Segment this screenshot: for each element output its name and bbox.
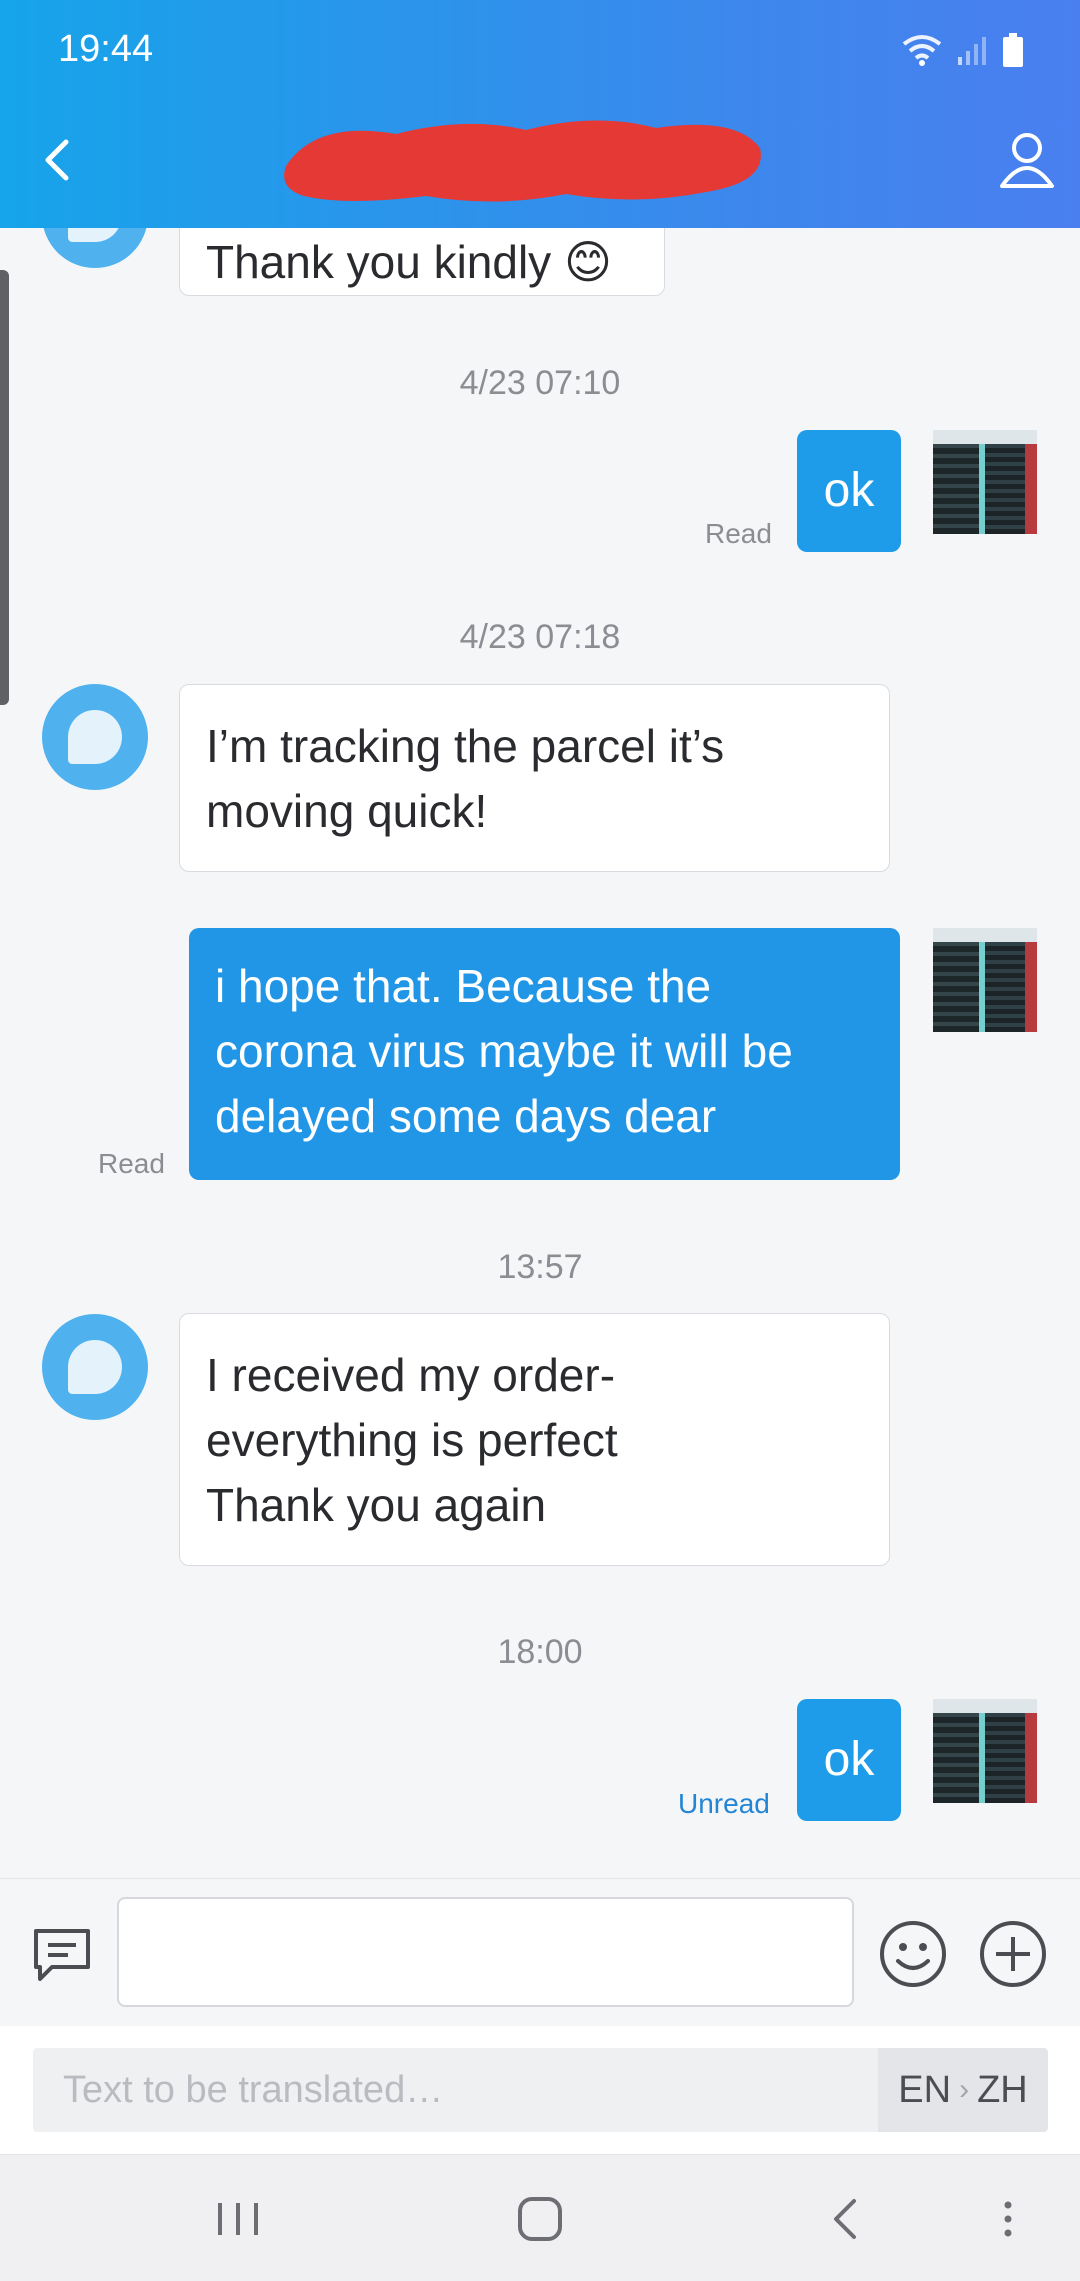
- translate-input[interactable]: Text to be translated…: [33, 2048, 878, 2132]
- outgoing-message[interactable]: i hope that. Because the corona virus ma…: [189, 928, 900, 1180]
- incoming-message[interactable]: Thank you kindly 😊: [179, 228, 665, 296]
- outgoing-message[interactable]: ok: [797, 1699, 901, 1821]
- my-avatar[interactable]: [933, 928, 1037, 1032]
- more-options-icon[interactable]: [990, 2191, 1026, 2247]
- nav-back-icon[interactable]: [818, 2191, 874, 2247]
- message-line: everything is perfect: [206, 1414, 618, 1466]
- message-line: Thank you again: [206, 1479, 547, 1531]
- message-line: I received my order-: [206, 1349, 616, 1401]
- emoji-icon[interactable]: [878, 1919, 948, 1989]
- message-input-bar: [0, 1878, 1080, 2027]
- chevron-right-icon: ›: [959, 2073, 970, 2106]
- chat-area[interactable]: Thank you kindly 😊 4/23 07:10 Read ok 4/…: [0, 228, 1080, 1878]
- message-text: ok: [823, 1733, 875, 1786]
- contact-avatar[interactable]: [42, 684, 148, 790]
- message-line: moving quick!: [206, 785, 488, 837]
- read-status: Read: [705, 518, 772, 549]
- message-line: delayed some days dear: [215, 1090, 717, 1142]
- message-input[interactable]: [117, 1897, 854, 2007]
- add-attachment-icon[interactable]: [978, 1919, 1048, 1989]
- signal-icon: [958, 37, 986, 65]
- language-switch[interactable]: EN › ZH: [878, 2048, 1048, 2132]
- timestamp: 4/23 07:18: [459, 618, 621, 656]
- status-icons: [900, 30, 1024, 70]
- status-time: 19:44: [58, 28, 154, 70]
- profile-button[interactable]: [992, 124, 1062, 194]
- home-icon[interactable]: [512, 2191, 568, 2247]
- incoming-message[interactable]: I received my order- everything is perfe…: [179, 1313, 890, 1566]
- message-line: i hope that. Because the: [215, 960, 712, 1012]
- message-text: Thank you kindly 😊: [206, 236, 612, 288]
- redacted-contact-name: [284, 120, 761, 202]
- unread-status: Unread: [678, 1788, 770, 1819]
- target-language: ZH: [977, 2068, 1028, 2111]
- back-button[interactable]: [28, 130, 88, 190]
- message-line: I’m tracking the parcel it’s: [206, 720, 725, 772]
- wifi-icon: [902, 35, 942, 66]
- battery-icon: [1003, 33, 1023, 67]
- outgoing-message[interactable]: ok: [797, 430, 901, 552]
- app-header: 19:44: [0, 0, 1080, 228]
- timestamp: 18:00: [497, 1633, 583, 1671]
- translate-bar: Text to be translated… EN › ZH: [0, 2026, 1080, 2154]
- timestamp: 13:57: [497, 1248, 583, 1286]
- contact-avatar[interactable]: [42, 228, 148, 268]
- recent-apps-icon[interactable]: [210, 2191, 266, 2247]
- contact-avatar[interactable]: [42, 1314, 148, 1420]
- message-text: ok: [823, 464, 875, 517]
- message-line: corona virus maybe it will be: [215, 1025, 793, 1077]
- my-avatar[interactable]: [933, 430, 1037, 534]
- source-language: EN: [898, 2068, 952, 2111]
- timestamp: 4/23 07:10: [459, 364, 621, 402]
- incoming-message[interactable]: I’m tracking the parcel it’s moving quic…: [179, 684, 890, 872]
- system-nav-bar: [0, 2154, 1080, 2281]
- my-avatar[interactable]: [933, 1699, 1037, 1803]
- quick-reply-icon[interactable]: [30, 1923, 94, 1987]
- read-status: Read: [98, 1148, 165, 1179]
